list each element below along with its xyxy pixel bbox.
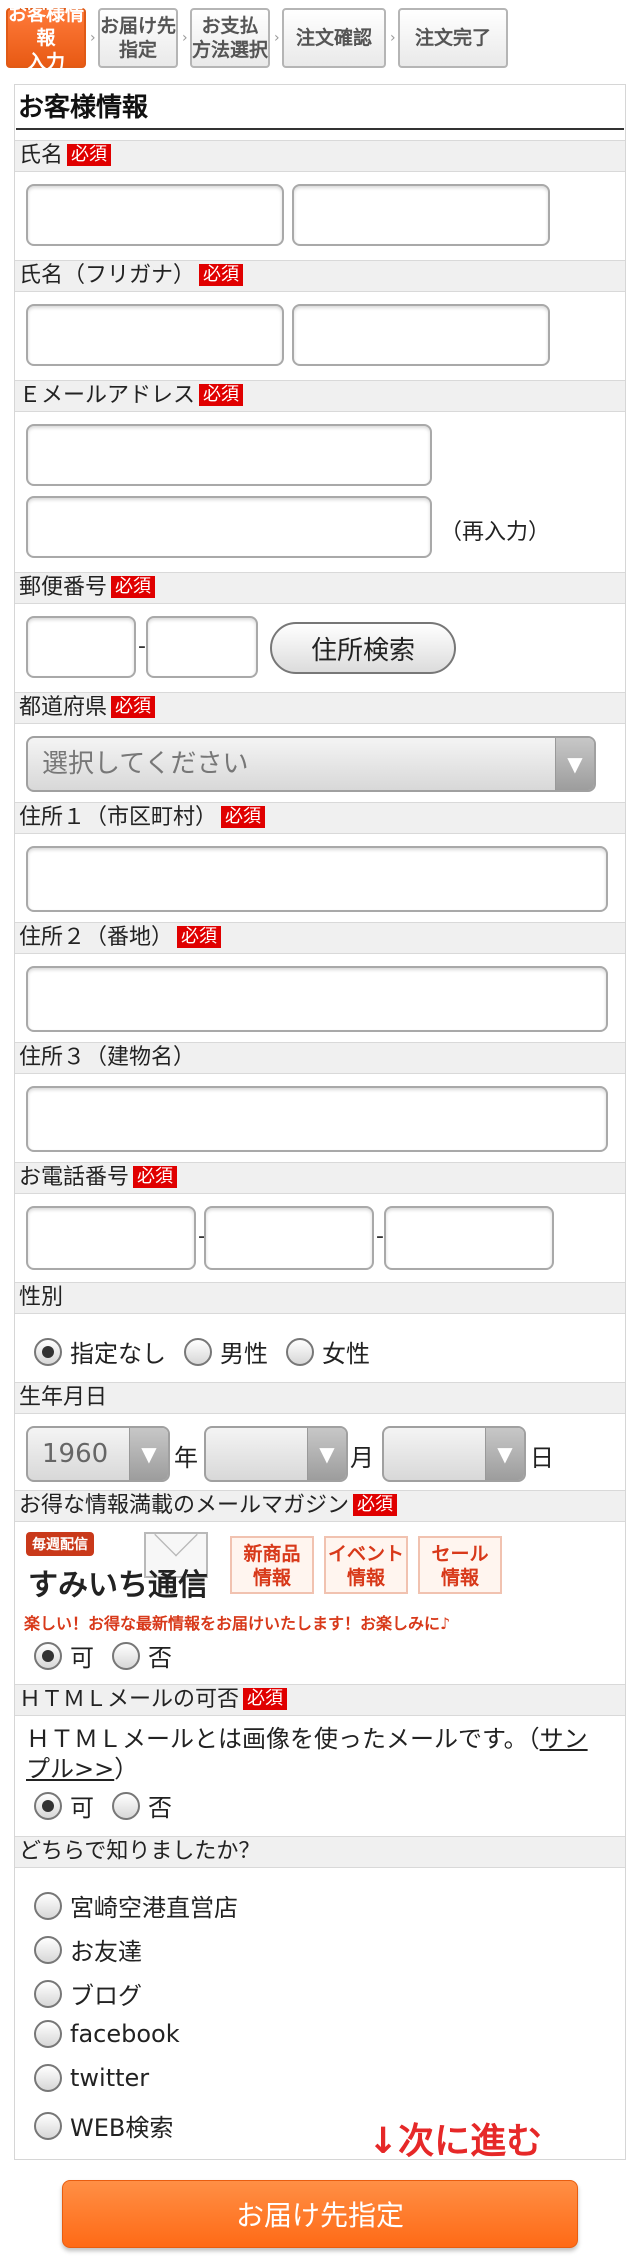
day-unit: 日 — [530, 1444, 554, 1472]
next-hint: ↓次に進む — [368, 2121, 543, 2162]
first-name-kana-input[interactable] — [292, 304, 550, 366]
step-delivery: お届け先 指定 — [98, 8, 178, 68]
next-button[interactable]: お届け先指定 — [62, 2180, 578, 2248]
html-mail-radio-no[interactable] — [112, 1791, 140, 1820]
first-name-input[interactable] — [292, 184, 550, 246]
label-name-kana: 氏名（フリガナ） 必須 — [15, 260, 625, 292]
banner-tag-sale: セール 情報 — [418, 1536, 502, 1594]
gender-radio-female[interactable] — [286, 1337, 314, 1366]
step-confirm: 注文確認 — [282, 8, 386, 68]
chevron-down-icon: ▼ — [307, 1428, 346, 1480]
form-title: お客様情報 — [16, 90, 624, 130]
address1-input[interactable] — [26, 846, 608, 912]
label-prefecture: 都道府県 必須 — [15, 692, 625, 724]
step-arrow-icon: › — [90, 30, 96, 46]
label-birthdate: 生年月日 — [15, 1382, 625, 1414]
address3-input[interactable] — [26, 1086, 608, 1152]
required-badge: 必須 — [199, 264, 244, 286]
required-badge: 必須 — [353, 1494, 398, 1516]
label-postal: 郵便番号 必須 — [15, 572, 625, 604]
label-referral: どちらで知りましたか？ — [15, 1836, 625, 1868]
step-customer-info: お客様情報 入力 — [6, 3, 86, 73]
html-mail-options: 可 否 — [34, 1788, 190, 1823]
referral-radio-facebook[interactable] — [34, 2020, 62, 2048]
html-mail-description: ＨＴＭＬメールとは画像を使ったメールです。（サンプル>>） — [26, 1725, 588, 1783]
label-name: 氏名 必須 — [15, 140, 625, 172]
phone-3-input[interactable] — [384, 1206, 554, 1270]
prefecture-select[interactable]: 選択してください ▼ — [26, 736, 596, 792]
referral-option: お友達 — [34, 1932, 160, 1967]
address2-input[interactable] — [26, 966, 608, 1032]
label-address1: 住所１（市区町村） 必須 — [15, 802, 625, 834]
step-arrow-icon: › — [182, 30, 188, 46]
phone-2-input[interactable] — [204, 1206, 374, 1270]
referral-radio-web-search[interactable] — [34, 2111, 62, 2140]
magazine-options: 可 否 — [34, 1638, 190, 1673]
required-badge: 必須 — [111, 696, 156, 718]
magazine-banner: 毎週配信 すみいち通信 新商品 情報 イベント 情報 セール 情報 楽しい！お得… — [24, 1530, 524, 1633]
banner-tagline: 楽しい！お得な最新情報をお届けいたします！お楽しみに♪ — [24, 1614, 451, 1633]
birth-year-select[interactable]: 1960 ▼ — [26, 1426, 170, 1482]
referral-radio-twitter[interactable] — [34, 2064, 62, 2092]
postal-dash: - — [138, 634, 146, 659]
step-arrow-icon: › — [390, 30, 396, 46]
step-arrow-icon: › — [274, 30, 280, 46]
birth-day-select[interactable]: ▼ — [382, 1426, 526, 1482]
magazine-radio-yes[interactable] — [34, 1641, 62, 1670]
gender-radio-male[interactable] — [184, 1337, 212, 1366]
referral-option: ブログ — [34, 1976, 160, 2011]
address-search-button[interactable]: 住所検索 — [270, 622, 456, 674]
chevron-down-icon: ▼ — [555, 738, 594, 790]
chevron-down-icon: ▼ — [129, 1428, 168, 1480]
label-magazine: お得な情報満載のメールマガジン 必須 — [15, 1490, 625, 1522]
referral-option: twitter — [34, 2064, 167, 2092]
phone-dash: - — [376, 1224, 384, 1249]
phone-1-input[interactable] — [26, 1206, 196, 1270]
magazine-radio-no[interactable] — [112, 1641, 140, 1670]
required-badge: 必須 — [243, 1688, 288, 1710]
postal-code-1-input[interactable] — [26, 616, 136, 678]
label-html-mail: ＨＴＭＬメールの可否 必須 — [15, 1684, 625, 1716]
step-payment: お支払 方法選択 — [190, 8, 270, 68]
required-badge: 必須 — [199, 384, 244, 406]
referral-radio-friend[interactable] — [34, 1935, 62, 1964]
html-mail-radio-yes[interactable] — [34, 1791, 62, 1820]
email-input[interactable] — [26, 424, 432, 486]
chevron-down-icon: ▼ — [485, 1428, 524, 1480]
last-name-kana-input[interactable] — [26, 304, 284, 366]
gender-radio-none[interactable] — [34, 1337, 62, 1366]
referral-radio-blog[interactable] — [34, 1979, 62, 2008]
required-badge: 必須 — [111, 576, 156, 598]
year-unit: 年 — [174, 1444, 198, 1472]
step-complete: 注文完了 — [398, 8, 508, 68]
reenter-note: （再入力） — [440, 520, 551, 545]
banner-tag-new: 新商品 情報 — [230, 1536, 314, 1594]
email-confirm-input[interactable] — [26, 496, 432, 558]
label-phone: お電話番号 必須 — [15, 1162, 625, 1194]
required-badge: 必須 — [133, 1166, 178, 1188]
referral-option: facebook — [34, 2020, 198, 2048]
required-badge: 必須 — [177, 926, 222, 948]
required-badge: 必須 — [67, 144, 112, 166]
banner-title: すみいち通信 — [28, 1568, 208, 1603]
last-name-input[interactable] — [26, 184, 284, 246]
label-address2: 住所２（番地） 必須 — [15, 922, 625, 954]
label-email: Ｅメールアドレス 必須 — [15, 380, 625, 412]
label-gender: 性別 — [15, 1282, 625, 1314]
referral-radio-airport-store[interactable] — [34, 1891, 62, 1920]
birth-month-select[interactable]: ▼ — [204, 1426, 348, 1482]
referral-option: 宮崎空港直営店 — [34, 1888, 256, 1923]
referral-option: WEB検索 — [34, 2108, 191, 2143]
progress-steps: お客様情報 入力 › お届け先 指定 › お支払 方法選択 › 注文確認 › 注… — [6, 3, 636, 73]
gender-options: 指定なし 男性 女性 — [34, 1334, 388, 1369]
required-badge: 必須 — [221, 806, 266, 828]
month-unit: 月 — [350, 1444, 374, 1472]
banner-tag-event: イベント 情報 — [324, 1536, 408, 1594]
banner-badge: 毎週配信 — [26, 1532, 94, 1556]
label-address3: 住所３（建物名） — [15, 1042, 625, 1074]
postal-code-2-input[interactable] — [146, 616, 258, 678]
